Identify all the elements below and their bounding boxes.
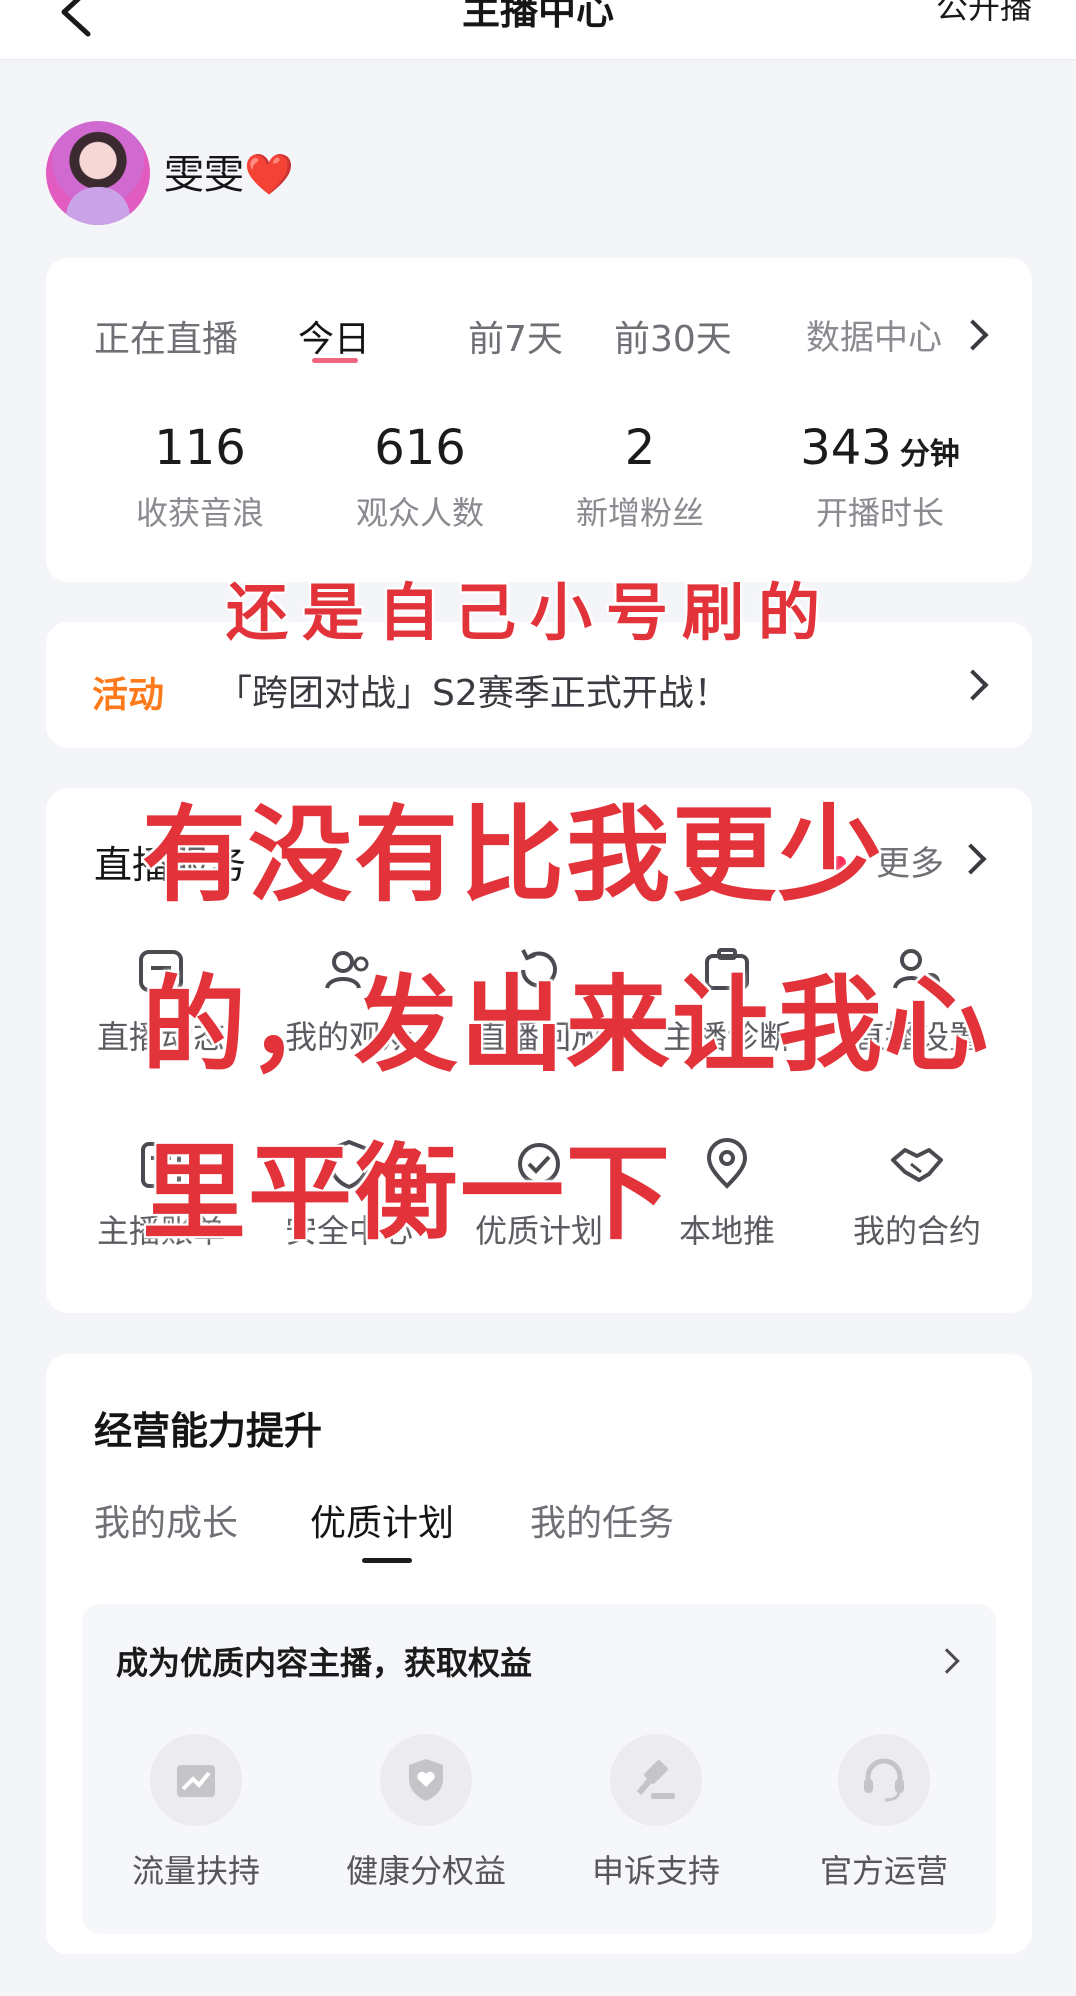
top-bar: 主播中心 公开播: [0, 0, 1076, 60]
username-text: 雯雯: [164, 152, 244, 198]
stat-value: 116: [154, 420, 246, 476]
benefit-traffic-support[interactable]: 流量扶持: [96, 1734, 296, 1892]
heart-icon: ❤️: [244, 152, 294, 198]
location-pin-icon: [706, 1138, 748, 1189]
tab-live-now[interactable]: 正在直播: [94, 310, 238, 362]
data-center-chevron-icon[interactable]: [957, 319, 989, 351]
benefit-icon-circle: [150, 1734, 242, 1826]
activity-text: 「跨团对战」S2赛季正式开战！: [216, 673, 730, 714]
username: 雯雯❤️: [164, 142, 294, 200]
service-my-contract[interactable]: 我的合约: [822, 1136, 1012, 1252]
tab-my-tasks[interactable]: 我的任务: [530, 1494, 674, 1546]
quality-plan-panel[interactable]: 成为优质内容主播，获取权益 流量扶持 健康分权益 申诉支持 官方运营: [82, 1604, 996, 1934]
stat-label: 收获音浪: [135, 494, 264, 532]
overlay-caption-line-2: 的，发出来让我心: [142, 963, 991, 1086]
activity-tag: 活动: [92, 675, 165, 716]
more-link[interactable]: 更多: [876, 836, 944, 885]
headset-icon: [864, 1758, 904, 1802]
activity-chevron-icon[interactable]: [957, 669, 989, 701]
service-label: 我的合约: [852, 1212, 981, 1250]
more-chevron-icon[interactable]: [955, 843, 987, 875]
plan-chevron-icon[interactable]: [934, 1648, 960, 1674]
benefit-health-score[interactable]: 健康分权益: [326, 1734, 526, 1892]
benefit-label: 流量扶持: [131, 1852, 260, 1890]
anchor-center-page: 主播中心 公开播 雯雯❤️ 正在直播 今日 前7天 前30天 数据中心 116 …: [0, 0, 1076, 1996]
avatar-figure: [66, 187, 130, 225]
benefit-label: 申诉支持: [591, 1852, 720, 1890]
benefit-label: 健康分权益: [345, 1852, 506, 1890]
overlay-caption-line-1: 有没有比我更少: [142, 793, 885, 916]
stats-card: 正在直播 今日 前7天 前30天 数据中心 116 收获音浪 616 观众人数 …: [46, 258, 1032, 582]
overlay-caption-line-3: 里平衡一下: [142, 1131, 673, 1254]
stat-item-new-followers: 2 新增粉丝: [530, 420, 750, 534]
stat-label: 观众人数: [355, 494, 484, 532]
stat-label: 开播时长: [815, 494, 944, 532]
plan-title: 成为优质内容主播，获取权益: [116, 1644, 533, 1682]
stat-item-live-duration: 343 分钟 开播时长: [760, 420, 1000, 534]
data-center-link[interactable]: 数据中心: [806, 310, 942, 359]
active-tab-underline: [362, 1558, 412, 1563]
traffic-icon: [177, 1765, 215, 1797]
tab-30-days[interactable]: 前30天: [614, 310, 732, 362]
tab-my-growth[interactable]: 我的成长: [94, 1494, 238, 1546]
benefit-official-operation[interactable]: 官方运营: [784, 1734, 984, 1892]
stat-item-sound-waves: 116 收获音浪: [90, 420, 310, 534]
stat-label: 新增粉丝: [575, 494, 704, 532]
shield-heart-icon: [409, 1759, 443, 1801]
handshake-icon: [891, 1148, 943, 1182]
business-title: 经营能力提升: [94, 1409, 323, 1453]
today-tab-underline: [312, 358, 358, 363]
stats-tabs: 正在直播 今日 前7天 前30天 数据中心: [94, 310, 992, 363]
avatar[interactable]: [46, 121, 150, 225]
stat-value: 616: [374, 420, 466, 476]
gavel-icon: [636, 1760, 675, 1799]
benefit-icon-circle: [838, 1734, 930, 1826]
tab-today[interactable]: 今日: [298, 310, 370, 362]
benefit-icon-circle: [380, 1734, 472, 1826]
page-title: 主播中心: [461, 0, 614, 33]
tab-7-days[interactable]: 前7天: [468, 310, 563, 362]
business-growth-card: 经营能力提升 我的成长 优质计划 我的任务 成为优质内容主播，获取权益 流量扶持…: [46, 1354, 1032, 1954]
stat-value: 343: [800, 420, 892, 476]
stat-value: 2: [624, 420, 656, 476]
benefit-label: 官方运营: [819, 1852, 948, 1890]
benefit-icon-circle: [610, 1734, 702, 1826]
stat-value-row: 343 分钟: [760, 420, 1000, 476]
tab-quality-plan[interactable]: 优质计划: [310, 1494, 454, 1546]
stat-unit: 分钟: [899, 437, 960, 472]
stat-item-viewers: 616 观众人数: [310, 420, 530, 534]
public-live-button[interactable]: 公开播: [936, 0, 1032, 28]
benefit-appeal-support[interactable]: 申诉支持: [556, 1734, 756, 1892]
overlay-caption-small: 还是自己小号刷的: [226, 576, 835, 649]
